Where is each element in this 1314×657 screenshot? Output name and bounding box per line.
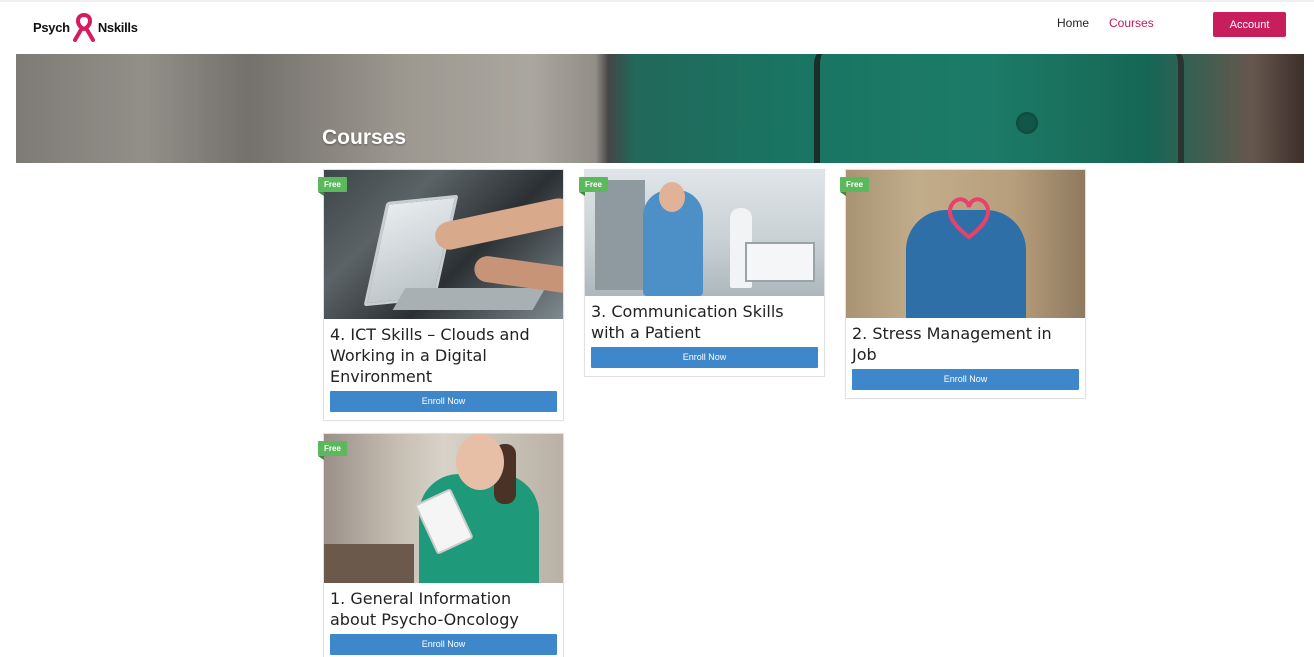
heart-stethoscope-icon	[947, 197, 991, 240]
ribbon-icon	[72, 12, 95, 42]
nav-home-link[interactable]: Home	[1057, 16, 1089, 30]
free-badge: Free	[318, 441, 347, 460]
free-badge: Free	[840, 177, 869, 196]
enroll-now-button[interactable]: Enroll Now	[591, 347, 818, 368]
hero-banner-image	[16, 54, 1304, 163]
enroll-now-button[interactable]: Enroll Now	[330, 634, 557, 655]
main-nav: Home Courses	[1057, 16, 1154, 30]
site-logo[interactable]: Psych Nskills	[33, 10, 138, 44]
course-image[interactable]	[846, 170, 1085, 318]
course-card[interactable]: Free 3. Communication Skills with a Pati…	[579, 169, 825, 377]
course-title[interactable]: 4. ICT Skills – Clouds and Working in a …	[324, 319, 563, 387]
nav-courses-link[interactable]: Courses	[1109, 16, 1154, 30]
logo-text-left: Psych	[33, 19, 70, 35]
free-badge: Free	[318, 177, 347, 196]
account-button[interactable]: Account	[1213, 12, 1286, 37]
top-navbar: Psych Nskills Home Courses Account	[0, 0, 1314, 44]
course-image[interactable]	[324, 170, 563, 319]
logo-text-right: Nskills	[97, 19, 138, 35]
course-title[interactable]: 1. General Information about Psycho-Onco…	[324, 583, 563, 630]
page-title: Courses	[322, 126, 407, 149]
free-badge: Free	[579, 177, 608, 196]
enroll-now-button[interactable]: Enroll Now	[852, 369, 1079, 390]
course-card[interactable]: Free 2. Stress Management in Job Enroll …	[840, 169, 1086, 399]
course-title[interactable]: 2. Stress Management in Job	[846, 318, 1085, 365]
enroll-now-button[interactable]: Enroll Now	[330, 391, 557, 412]
course-card[interactable]: Free 1. General Information about Psycho…	[318, 433, 564, 657]
course-title[interactable]: 3. Communication Skills with a Patient	[585, 296, 824, 343]
course-image[interactable]	[324, 434, 563, 583]
course-image[interactable]	[585, 170, 824, 296]
course-card[interactable]: Free 4. ICT Skills – Clouds and Working …	[318, 169, 564, 421]
